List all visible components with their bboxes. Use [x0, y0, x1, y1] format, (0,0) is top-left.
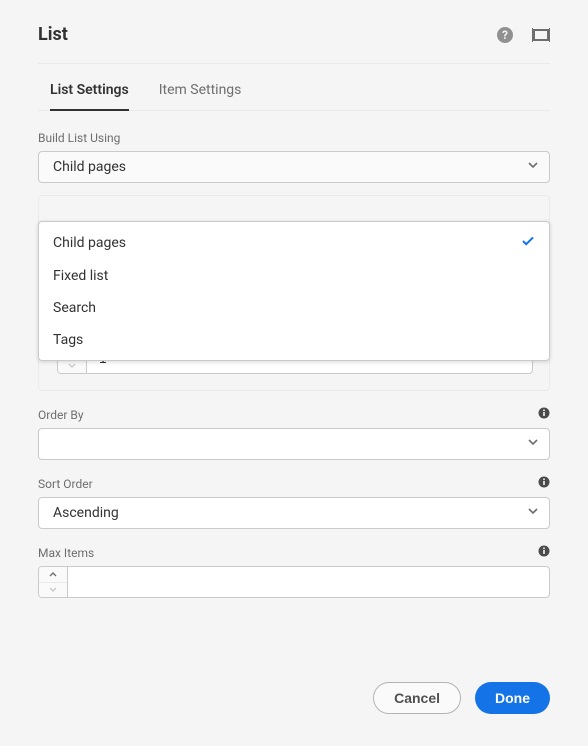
- sort-order-value: Ascending: [53, 505, 119, 521]
- order-by-select[interactable]: [38, 428, 550, 460]
- dropdown-option-tags[interactable]: Tags: [39, 324, 549, 356]
- svg-text:?: ?: [502, 28, 508, 42]
- info-icon[interactable]: [538, 545, 550, 560]
- chevron-down-icon: [527, 159, 539, 175]
- info-icon[interactable]: [538, 476, 550, 491]
- done-button[interactable]: Done: [475, 682, 550, 714]
- sort-order-label: Sort Order: [38, 476, 550, 491]
- stepper-buttons: [38, 566, 68, 598]
- sort-order-select[interactable]: Ascending: [38, 497, 550, 529]
- chevron-down-icon: [527, 436, 539, 452]
- dialog-header: List ?: [38, 24, 550, 64]
- dropdown-option-fixed-list[interactable]: Fixed list: [39, 260, 549, 292]
- max-items-input[interactable]: [68, 566, 550, 598]
- tabs: List Settings Item Settings: [38, 64, 550, 111]
- chevron-down-icon: [527, 505, 539, 521]
- dialog-footer: Cancel Done: [373, 682, 550, 714]
- tab-list-settings[interactable]: List Settings: [50, 82, 129, 110]
- dialog-title: List: [38, 24, 68, 45]
- field-sort-order: Sort Order Ascending: [38, 476, 550, 529]
- dropdown-option-search[interactable]: Search: [39, 292, 549, 324]
- help-icon[interactable]: ?: [496, 26, 514, 44]
- checkmark-icon: [521, 234, 535, 252]
- field-order-by: Order By: [38, 407, 550, 460]
- header-icons: ?: [496, 26, 550, 44]
- build-list-label: Build List Using: [38, 131, 550, 145]
- tab-item-settings[interactable]: Item Settings: [159, 82, 242, 110]
- dropdown-option-child-pages[interactable]: Child pages: [39, 226, 549, 260]
- stepper-down-icon[interactable]: [39, 583, 67, 598]
- field-max-items: Max Items: [38, 545, 550, 598]
- build-list-select[interactable]: Child pages: [38, 151, 550, 183]
- stepper-up-icon[interactable]: [39, 567, 67, 583]
- cancel-button[interactable]: Cancel: [373, 682, 461, 714]
- info-icon[interactable]: [538, 407, 550, 422]
- order-by-label: Order By: [38, 407, 550, 422]
- fullscreen-icon[interactable]: [532, 26, 550, 44]
- max-items-stepper: [38, 566, 550, 598]
- build-list-value: Child pages: [53, 159, 126, 175]
- build-list-dropdown: Child pages Fixed list Search Tags: [38, 221, 550, 361]
- max-items-label: Max Items: [38, 545, 550, 560]
